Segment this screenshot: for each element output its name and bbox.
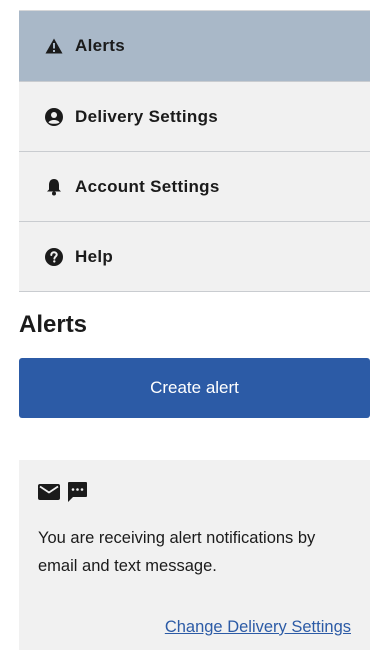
nav-item-label: Account Settings — [75, 176, 220, 196]
bell-icon — [45, 178, 63, 196]
nav-item-label: Alerts — [75, 36, 125, 55]
sidebar-nav: Alerts Delivery Settings Account Setting… — [19, 10, 370, 292]
help-circle-icon — [45, 247, 63, 266]
nav-item-label: Delivery Settings — [75, 106, 219, 126]
notice-text: You are receiving alert notifications by… — [38, 529, 316, 575]
chat-icon — [66, 481, 88, 508]
nav-item-account-settings[interactable]: Account Settings — [19, 152, 370, 222]
nav-item-delivery-settings[interactable]: Delivery Settings — [19, 82, 370, 152]
create-alert-button[interactable]: Create alert — [19, 358, 370, 418]
nav-item-help[interactable]: Help — [19, 222, 370, 292]
nav-item-alerts[interactable]: Alerts — [19, 11, 370, 82]
mail-icon — [38, 483, 60, 505]
delivery-notice-card: You are receiving alert notifications by… — [19, 460, 370, 650]
warning-icon — [45, 37, 63, 55]
user-circle-icon — [45, 107, 63, 126]
notice-icons — [38, 481, 351, 508]
page-title: Alerts — [19, 311, 88, 338]
change-delivery-settings-link[interactable]: Change Delivery Settings — [165, 618, 351, 637]
nav-item-label: Help — [75, 246, 114, 266]
